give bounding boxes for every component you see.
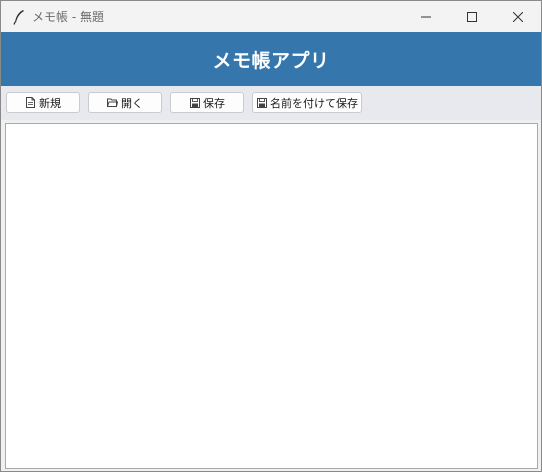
save-button-label: 保存 (203, 96, 225, 110)
window-controls (403, 1, 541, 32)
text-editor[interactable] (5, 123, 538, 469)
save-icon (189, 97, 200, 108)
new-button-label: 新規 (39, 96, 61, 110)
maximize-button[interactable] (449, 1, 495, 32)
save-as-button[interactable]: 名前を付けて保存 (252, 92, 362, 113)
app-heading: メモ帳アプリ (212, 49, 330, 72)
save-as-button-label: 名前を付けて保存 (270, 96, 358, 110)
open-button-label: 開く (121, 96, 143, 110)
close-icon (513, 11, 523, 22)
title-bar[interactable]: メモ帳 - 無題 (1, 1, 541, 32)
toolbar: 新規 開く 保存 名前を付けて保存 (1, 86, 541, 120)
minimize-button[interactable] (403, 1, 449, 32)
save-as-icon (256, 97, 267, 108)
feather-icon (9, 7, 29, 27)
app-header: メモ帳アプリ (1, 32, 541, 86)
folder-open-icon (107, 97, 118, 108)
maximize-icon (467, 11, 477, 22)
open-button[interactable]: 開く (88, 92, 162, 113)
app-window: メモ帳 - 無題 メモ帳アプリ 新規 開く 保存 名前を付けて保存 (0, 0, 542, 472)
new-file-icon (25, 97, 36, 108)
new-button[interactable]: 新規 (6, 92, 80, 113)
minimize-icon (421, 16, 431, 17)
close-button[interactable] (495, 1, 541, 32)
save-button[interactable]: 保存 (170, 92, 244, 113)
window-title: メモ帳 - 無題 (32, 10, 104, 24)
